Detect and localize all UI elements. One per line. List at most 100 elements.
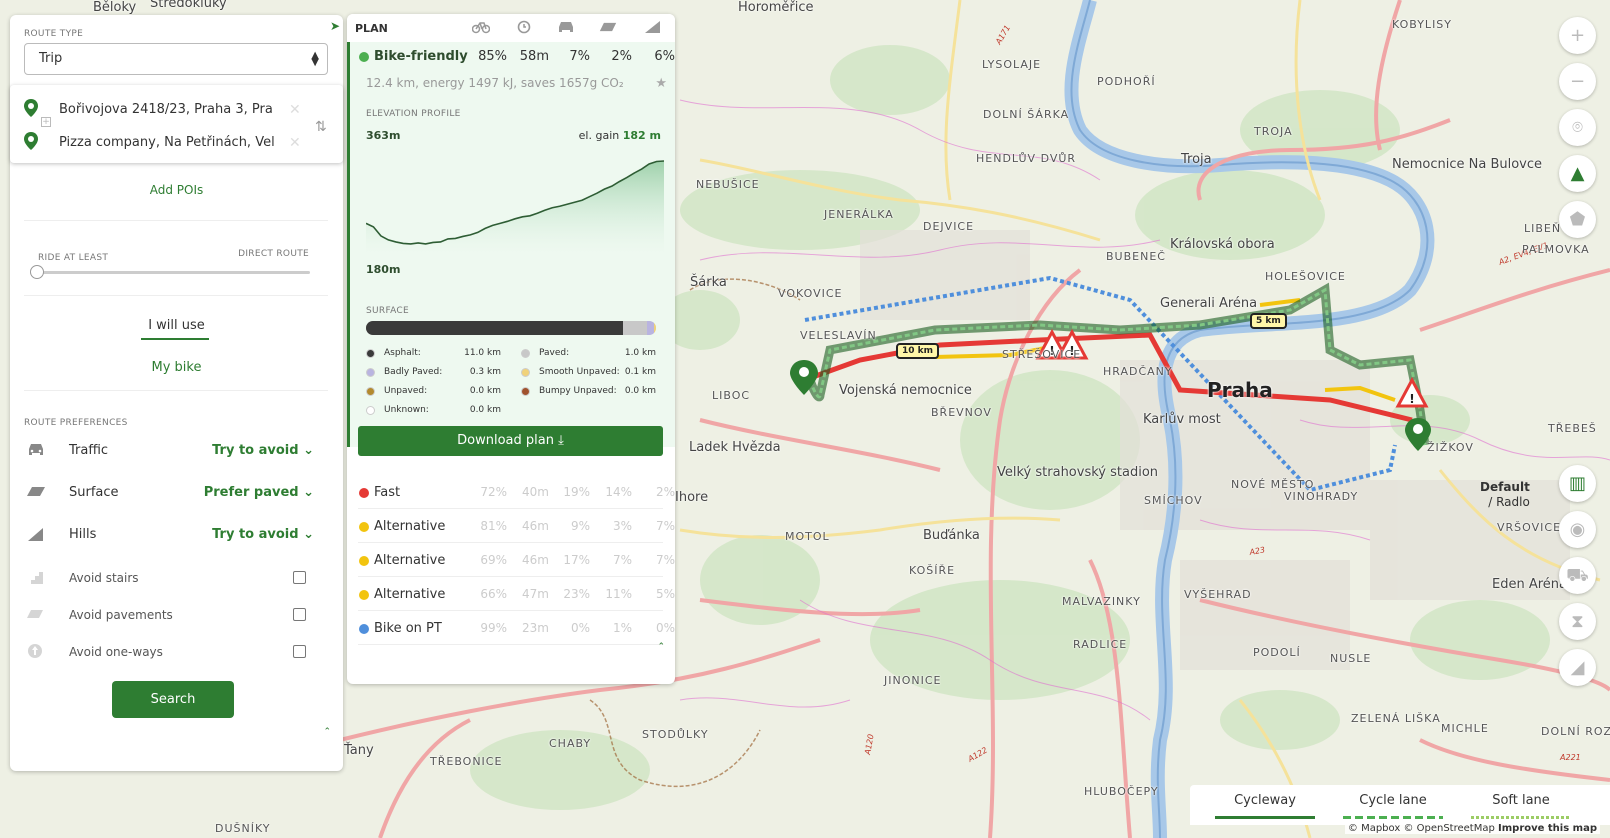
surface-bar <box>366 321 656 335</box>
my-bike-link[interactable]: My bike <box>10 360 343 375</box>
route-type-select[interactable]: Trip ▲ ▼ <box>24 43 328 75</box>
pref-value-dropdown[interactable]: Try to avoid ⌄ <box>212 527 314 542</box>
pref-value-dropdown[interactable]: Prefer paved ⌄ <box>204 485 314 500</box>
pref-hills[interactable]: Hills Try to avoid ⌄ <box>24 525 314 545</box>
map-place-label: Vyšehrad <box>1184 588 1252 601</box>
surface-legend-item: Unpaved: 0.0 km <box>366 385 511 399</box>
route-preferences-label: ROUTE PREFERENCES <box>24 418 128 428</box>
route-option-row[interactable]: Fast 72% 40m 19% 14% 2% <box>347 476 675 510</box>
map-place-label: Ťany <box>344 743 374 758</box>
distance-marker: 10 km <box>896 343 940 359</box>
map-place-label: Bubeneč <box>1106 250 1166 263</box>
road-icon[interactable]: ⧗ <box>1559 603 1596 640</box>
route-name: Fast <box>374 485 401 500</box>
surface-legend-item: Smooth Unpaved: 0.1 km <box>521 366 666 380</box>
car-icon <box>29 444 43 455</box>
route-stat-cell: 81% <box>480 519 507 533</box>
elevation-icon[interactable]: ◢ <box>1559 649 1596 686</box>
zoom-in-icon[interactable]: + <box>1559 17 1596 54</box>
map-place-label: Vojenská nemocnice <box>839 383 972 398</box>
route-color-dot <box>359 522 369 532</box>
add-pois-link[interactable]: Add POIs <box>10 183 343 197</box>
divider <box>24 220 328 221</box>
zoom-out-icon[interactable]: − <box>1559 63 1596 100</box>
map-place-label: Běloky <box>93 0 137 15</box>
car-icon <box>559 22 573 32</box>
plan-title: PLAN <box>355 22 388 35</box>
elevation-min: 180m <box>366 263 401 276</box>
surface-name: Bumpy Unpaved: <box>539 386 617 396</box>
pref-surface[interactable]: Surface Prefer paved ⌄ <box>24 483 314 503</box>
route-stat-cell: 2% <box>655 485 675 499</box>
slider-handle[interactable] <box>30 265 44 279</box>
avoid-one-ways-checkbox[interactable] <box>293 645 306 658</box>
surface-legend-item: Unknown: 0.0 km <box>366 404 511 418</box>
map-place-label: Hlubočepy <box>1084 785 1159 798</box>
surface-label: SURFACE <box>366 306 409 316</box>
clear-waypoint-icon[interactable]: ✕ <box>289 102 301 118</box>
favorite-star-icon[interactable]: ★ <box>655 76 667 91</box>
clear-waypoint-icon[interactable]: ✕ <box>289 135 301 151</box>
map-place-label: Dejvice <box>923 220 975 233</box>
waypoint-start[interactable]: Bořivojova 2418/23, Praha 3, Praha ✕ <box>24 99 324 123</box>
route-stat-cell: 14% <box>605 485 632 499</box>
route-option-row[interactable]: Alternative 81% 46m 9% 3% 7% <box>347 510 675 544</box>
legend-cycle-lane: Cycle lane <box>1359 793 1427 808</box>
collapse-panel-icon[interactable]: ⌃ <box>323 727 331 737</box>
waypoint-end-text[interactable]: Pizza company, Na Petřinách, Veleslavín <box>59 135 274 150</box>
route-option-row[interactable]: Alternative 69% 46m 17% 7% 7% <box>347 544 675 578</box>
route-name: Bike on PT <box>374 621 442 636</box>
route-option-row[interactable]: Alternative 66% 47m 23% 11% 5% <box>347 578 675 612</box>
pentagon-icon[interactable]: ⬟ <box>1559 201 1596 238</box>
surface-name: Paved: <box>539 348 570 358</box>
route-name: Bike-friendly <box>374 49 468 64</box>
avoid-stairs-row[interactable]: Avoid stairs <box>24 568 314 588</box>
eye-icon[interactable]: ◉ <box>1559 511 1596 548</box>
elevation-profile-label: ELEVATION PROFILE <box>366 109 461 119</box>
hill-icon <box>28 528 43 541</box>
route-stat-cell: 47m <box>522 587 549 601</box>
search-button[interactable]: Search <box>112 681 234 718</box>
avoid-one-ways-row[interactable]: Avoid one-ways <box>24 642 314 662</box>
map-place-label: Smíchov <box>1144 494 1203 507</box>
waypoint-start-text[interactable]: Bořivojova 2418/23, Praha 3, Praha <box>59 102 274 117</box>
surface-value: 1.0 km <box>624 348 656 358</box>
download-plan-button[interactable]: Download plan ⤓ <box>358 426 663 456</box>
pref-value-dropdown[interactable]: Try to avoid ⌄ <box>212 443 314 458</box>
route-summary: 12.4 km, energy 1497 kJ, saves 1657g CO₂ <box>366 76 624 90</box>
pref-traffic[interactable]: Traffic Try to avoid ⌄ <box>24 441 314 461</box>
route-option-row[interactable]: Bike-friendly 85% 58m 7% 2% 6% <box>347 40 675 74</box>
map-place-label: Dolní Roztyly <box>1541 725 1610 738</box>
route-color-dot <box>359 52 369 62</box>
map-place-label: Břevnov <box>931 406 992 419</box>
ride-at-least-label: RIDE AT LEAST <box>38 253 109 263</box>
surface-name: Unpaved: <box>384 386 428 396</box>
avoid-pavements-row[interactable]: Avoid pavements <box>24 605 314 625</box>
avoid-stairs-checkbox[interactable] <box>293 571 306 584</box>
route-stat-cell: 58m <box>519 49 549 64</box>
swap-waypoints-icon[interactable]: ⇅ <box>315 119 327 135</box>
elevation-chart[interactable] <box>366 154 664 254</box>
map-place-label: Troja <box>1254 125 1293 138</box>
route-stat-cell: 2% <box>611 49 632 64</box>
waypoints-box: Bořivojova 2418/23, Praha 3, Praha ✕ + P… <box>10 85 343 163</box>
waypoint-end[interactable]: Pizza company, Na Petřinách, Veleslavín … <box>24 132 324 156</box>
warning-icon[interactable]: ▲ <box>1559 155 1596 192</box>
route-option-row[interactable]: Bike on PT 99% 23m 0% 1% 0% <box>347 612 675 646</box>
map-place-label: Troja <box>1181 152 1212 167</box>
map-attribution[interactable]: © Mapbox © OpenStreetMap Improve this ma… <box>1344 823 1600 834</box>
map-layers-icon[interactable]: ▥ <box>1559 465 1596 502</box>
location-icon[interactable]: ⌾ <box>1559 109 1596 146</box>
collapse-plan-icon[interactable]: ⌃ <box>657 642 665 652</box>
route-color-dot <box>359 488 369 498</box>
route-directness-slider[interactable] <box>38 271 310 274</box>
car-icon[interactable]: ⛟ <box>1559 557 1596 594</box>
add-waypoint-icon[interactable]: + <box>41 117 51 127</box>
divider <box>358 576 663 577</box>
map-layer-label[interactable]: Default / Radlo <box>1480 480 1530 510</box>
map-place-label: Lysolaje <box>982 58 1042 71</box>
route-stat-cell: 40m <box>522 485 549 499</box>
navigate-arrow-icon[interactable]: ➤ <box>330 19 340 33</box>
surface-legend-item: Paved: 1.0 km <box>521 347 666 361</box>
avoid-pavements-checkbox[interactable] <box>293 608 306 621</box>
